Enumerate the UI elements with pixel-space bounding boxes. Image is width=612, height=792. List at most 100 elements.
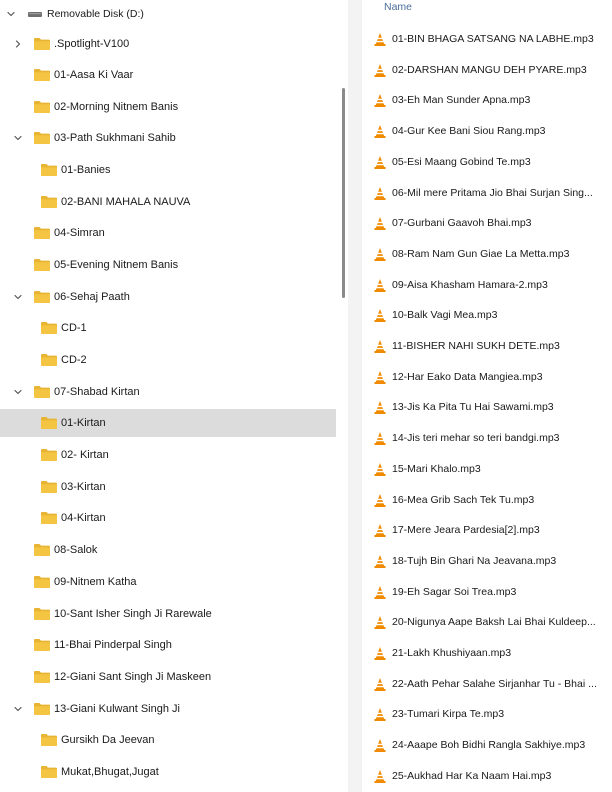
- file-row[interactable]: 01-BIN BHAGA SATSANG NA LABHE.mp3: [362, 25, 612, 53]
- nav-item-01-banies[interactable]: 01-Banies: [0, 156, 336, 184]
- nav-item-02-bani-mahala-nauva[interactable]: 02-BANI MAHALA NAUVA: [0, 188, 336, 216]
- pane-splitter[interactable]: [348, 0, 362, 792]
- file-row[interactable]: 08-Ram Nam Gun Giae La Metta.mp3: [362, 240, 612, 268]
- chevron-down-icon[interactable]: [12, 291, 24, 303]
- file-row[interactable]: 06-Mil mere Pritama Jio Bhai Surjan Sing…: [362, 179, 612, 207]
- file-row[interactable]: 18-Tujh Bin Ghari Na Jeavana.mp3: [362, 547, 612, 575]
- nav-item-02-kirtan[interactable]: 02- Kirtan: [0, 441, 336, 469]
- folder-icon: [40, 764, 58, 780]
- vlc-icon: [373, 124, 387, 139]
- vlc-icon: [373, 431, 387, 446]
- folder-icon: [40, 510, 58, 526]
- nav-item-08-salok[interactable]: 08-Salok: [0, 536, 336, 564]
- nav-item-05-evening-nitnem-banis[interactable]: 05-Evening Nitnem Banis: [0, 251, 336, 279]
- nav-item-spotlight-v100[interactable]: .Spotlight-V100: [0, 30, 336, 58]
- file-row[interactable]: 16-Mea Grib Sach Tek Tu.mp3: [362, 486, 612, 514]
- folder-icon: [33, 289, 51, 305]
- vlc-icon: [373, 247, 387, 262]
- nav-item-07-shabad-kirtan[interactable]: 07-Shabad Kirtan: [0, 378, 336, 406]
- folder-icon: [33, 384, 51, 400]
- file-row[interactable]: 02-DARSHAN MANGU DEH PYARE.mp3: [362, 56, 612, 84]
- nav-item-04-simran[interactable]: 04-Simran: [0, 219, 336, 247]
- vlc-icon: [373, 677, 387, 692]
- vlc-icon: [373, 707, 387, 722]
- file-row[interactable]: 25-Aukhad Har Ka Naam Hai.mp3: [362, 762, 612, 790]
- file-row[interactable]: 10-Balk Vagi Mea.mp3: [362, 301, 612, 329]
- vlc-icon: [373, 93, 387, 108]
- nav-item-removable-disk-d[interactable]: Removable Disk (D:): [0, 0, 336, 28]
- nav-item-01-aasa-ki-vaar[interactable]: 01-Aasa Ki Vaar: [0, 61, 336, 89]
- folder-icon: [40, 194, 58, 210]
- file-name: 10-Balk Vagi Mea.mp3: [392, 309, 498, 321]
- nav-item-label: .Spotlight-V100: [54, 38, 130, 50]
- vlc-icon: [373, 370, 387, 385]
- folder-icon: [33, 574, 51, 590]
- nav-item-label: 02-BANI MAHALA NAUVA: [61, 196, 191, 208]
- nav-item-01-kirtan[interactable]: 01-Kirtan: [0, 409, 336, 437]
- file-name: 06-Mil mere Pritama Jio Bhai Surjan Sing…: [392, 187, 593, 199]
- nav-item-10-sant-isher-singh-ji-rarewale[interactable]: 10-Sant Isher Singh Ji Rarewale: [0, 600, 336, 628]
- folder-icon: [33, 257, 51, 273]
- file-name: 17-Mere Jeara Pardesia[2].mp3: [392, 524, 540, 536]
- vlc-icon: [373, 400, 387, 415]
- file-row[interactable]: 07-Gurbani Gaavoh Bhai.mp3: [362, 209, 612, 237]
- nav-item-mukat-bhugat-jugat[interactable]: Mukat,Bhugat,Jugat: [0, 758, 336, 786]
- file-name: 11-BISHER NAHI SUKH DETE.mp3: [392, 340, 560, 352]
- folder-icon: [33, 637, 51, 653]
- vlc-icon: [373, 63, 387, 78]
- nav-item-label: 02- Kirtan: [61, 449, 109, 461]
- nav-item-06-sehaj-paath[interactable]: 06-Sehaj Paath: [0, 283, 336, 311]
- file-row[interactable]: 23-Tumari Kirpa Te.mp3: [362, 700, 612, 728]
- file-row[interactable]: 14-Jis teri mehar so teri bandgi.mp3: [362, 424, 612, 452]
- file-row[interactable]: 11-BISHER NAHI SUKH DETE.mp3: [362, 332, 612, 360]
- folder-icon: [33, 67, 51, 83]
- vlc-icon: [373, 155, 387, 170]
- navigation-pane[interactable]: Removable Disk (D:) .Spotlight-V100 01-Aas…: [0, 0, 338, 792]
- nav-item-cd-1[interactable]: CD-1: [0, 314, 336, 342]
- nav-item-11-bhai-pinderpal-singh[interactable]: 11-Bhai Pinderpal Singh: [0, 631, 336, 659]
- file-row[interactable]: 20-Nigunya Aape Baksh Lai Bhai Kuldeep..…: [362, 608, 612, 636]
- nav-item-12-giani-sant-singh-ji-maskeen[interactable]: 12-Giani Sant Singh Ji Maskeen: [0, 663, 336, 691]
- vlc-icon: [373, 339, 387, 354]
- file-row[interactable]: 22-Aath Pehar Salahe Sirjanhar Tu - Bhai…: [362, 670, 612, 698]
- chevron-down-icon[interactable]: [12, 132, 24, 144]
- chevron-right-icon[interactable]: [12, 38, 24, 50]
- vlc-icon: [373, 615, 387, 630]
- nav-item-03-path-sukhmani-sahib[interactable]: 03-Path Sukhmani Sahib: [0, 124, 336, 152]
- file-row[interactable]: 15-Mari Khalo.mp3: [362, 455, 612, 483]
- nav-item-03-kirtan[interactable]: 03-Kirtan: [0, 473, 336, 501]
- file-row[interactable]: 21-Lakh Khushiyaan.mp3: [362, 639, 612, 667]
- nav-item-13-giani-kulwant-singh-ji[interactable]: 13-Giani Kulwant Singh Ji: [0, 695, 336, 723]
- chevron-down-icon[interactable]: [12, 703, 24, 715]
- chevron-down-icon[interactable]: [12, 386, 24, 398]
- file-row[interactable]: 09-Aisa Khasham Hamara-2.mp3: [362, 271, 612, 299]
- nav-item-02-morning-nitnem-banis[interactable]: 02-Morning Nitnem Banis: [0, 93, 336, 121]
- file-name: 22-Aath Pehar Salahe Sirjanhar Tu - Bhai…: [392, 678, 597, 690]
- file-row[interactable]: 17-Mere Jeara Pardesia[2].mp3: [362, 516, 612, 544]
- nav-item-label: 09-Nitnem Katha: [54, 576, 137, 588]
- name-column-header[interactable]: Name: [384, 1, 412, 13]
- nav-item-gursikh-da-jeevan[interactable]: Gursikh Da Jeevan: [0, 726, 336, 754]
- folder-icon: [40, 732, 58, 748]
- file-row[interactable]: 05-Esi Maang Gobind Te.mp3: [362, 148, 612, 176]
- folder-icon: [33, 99, 51, 115]
- folder-icon: [40, 447, 58, 463]
- file-row[interactable]: 04-Gur Kee Bani Siou Rang.mp3: [362, 117, 612, 145]
- file-name: 19-Eh Sagar Soi Trea.mp3: [392, 586, 517, 598]
- nav-item-label: 03-Kirtan: [61, 481, 106, 493]
- file-row[interactable]: 13-Jis Ka Pita Tu Hai Sawami.mp3: [362, 393, 612, 421]
- file-name: 15-Mari Khalo.mp3: [392, 463, 481, 475]
- nav-item-04-kirtan[interactable]: 04-Kirtan: [0, 504, 336, 532]
- chevron-down-icon[interactable]: [5, 8, 17, 20]
- file-row[interactable]: 24-Aaape Boh Bidhi Rangla Sakhiye.mp3: [362, 731, 612, 759]
- vlc-icon: [373, 216, 387, 231]
- nav-item-label: 12-Giani Sant Singh Ji Maskeen: [54, 671, 212, 683]
- navigation-scrollbar[interactable]: [342, 88, 345, 298]
- nav-item-cd-2[interactable]: CD-2: [0, 346, 336, 374]
- file-row[interactable]: 12-Har Eako Data Mangiea.mp3: [362, 363, 612, 391]
- file-list-pane[interactable]: Name 01-BIN BHAGA SATSANG NA LABHE.mp3 02…: [362, 0, 612, 792]
- file-name: 09-Aisa Khasham Hamara-2.mp3: [392, 279, 548, 291]
- nav-item-09-nitnem-katha[interactable]: 09-Nitnem Katha: [0, 568, 336, 596]
- file-row[interactable]: 03-Eh Man Sunder Apna.mp3: [362, 86, 612, 114]
- file-row[interactable]: 19-Eh Sagar Soi Trea.mp3: [362, 578, 612, 606]
